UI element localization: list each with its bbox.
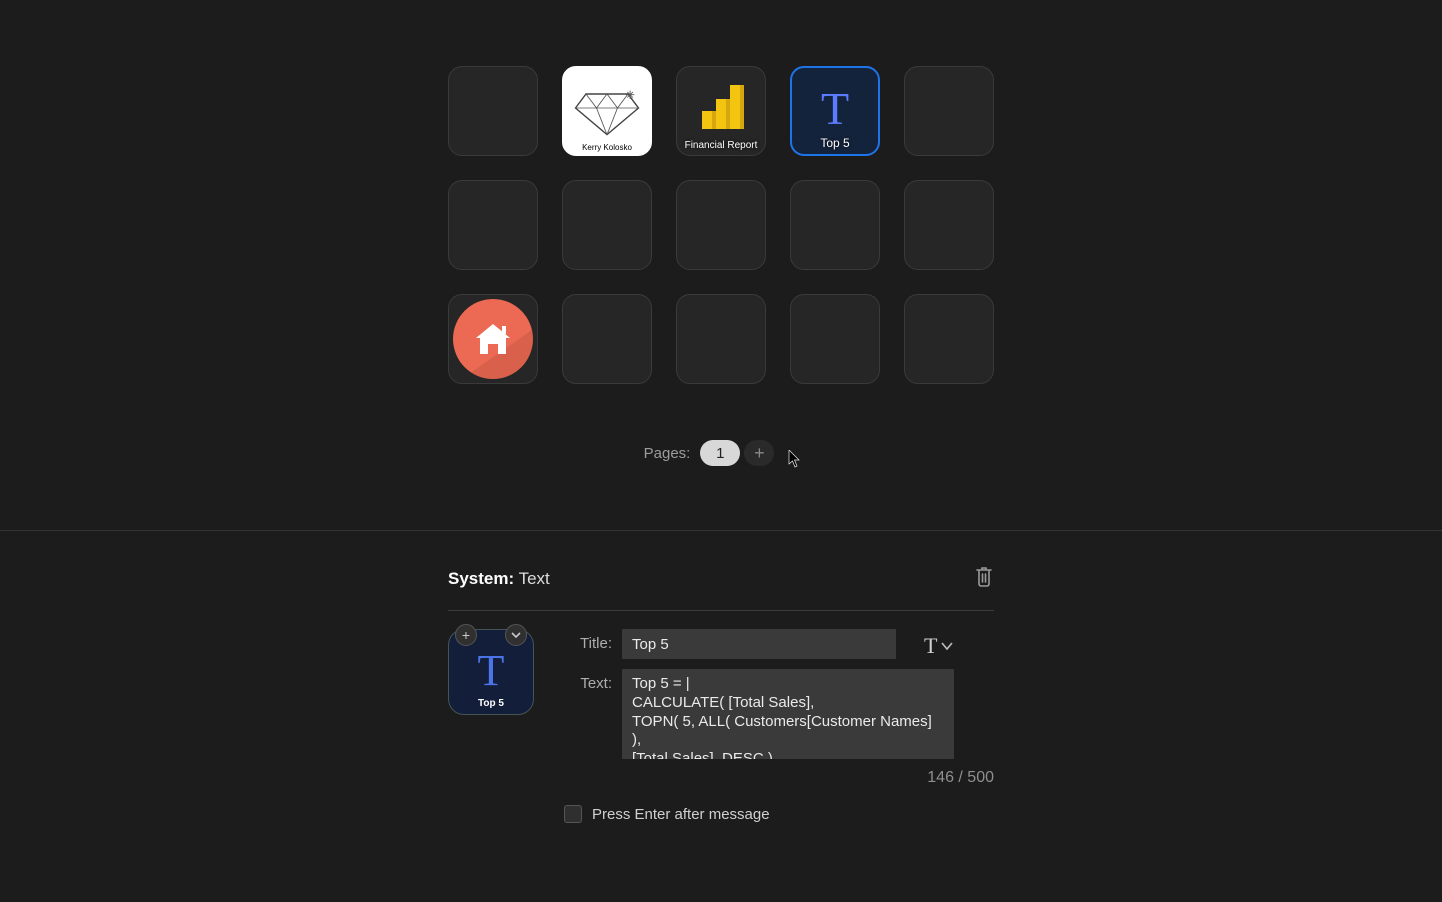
edit-row: + T Top 5 Title: T — [448, 611, 994, 823]
text-input[interactable] — [622, 669, 954, 759]
home-circle — [453, 299, 533, 379]
tile-1[interactable]: Kerry Kolosko — [562, 66, 652, 156]
tile-4[interactable] — [904, 66, 994, 156]
tile-3[interactable]: T Top 5 — [790, 66, 880, 156]
panel-header: System: Text — [448, 565, 994, 611]
tile-12[interactable] — [676, 294, 766, 384]
title-row: Title: T — [564, 629, 994, 659]
type-picker[interactable]: T — [924, 629, 953, 659]
tile-label: Top 5 — [792, 136, 878, 150]
chevron-down-icon — [941, 641, 953, 651]
tile-2[interactable]: Financial Report — [676, 66, 766, 156]
preview-tile-label: Top 5 — [449, 698, 533, 709]
trash-icon — [974, 565, 994, 587]
top-section: Kerry Kolosko Financial Report T Top 5 Pa… — [0, 0, 1442, 530]
tile-10[interactable] — [448, 294, 538, 384]
title-label: Title: — [564, 629, 612, 652]
pager-row: Pages: 1 + — [644, 440, 799, 466]
tile-label: Financial Report — [677, 140, 765, 151]
preview-add-button[interactable]: + — [455, 624, 477, 646]
chevron-down-icon — [511, 631, 521, 639]
page-1-button[interactable]: 1 — [700, 440, 740, 466]
home-icon — [472, 318, 514, 360]
text-icon: T — [478, 645, 505, 696]
press-enter-label: Press Enter after message — [592, 806, 770, 823]
tile-label: Kerry Kolosko — [563, 143, 651, 152]
tile-9[interactable] — [904, 180, 994, 270]
text-icon: T — [821, 82, 849, 135]
press-enter-checkbox[interactable] — [564, 805, 582, 823]
tile-7[interactable] — [676, 180, 766, 270]
tile-grid: Kerry Kolosko Financial Report T Top 5 — [448, 66, 994, 384]
title-input[interactable] — [622, 629, 896, 659]
fields-column: Title: T Text: 146 / 500 Press Enter aft… — [564, 629, 994, 823]
bottom-section: System: Text + T Top 5 — [0, 531, 1442, 823]
tile-14[interactable] — [904, 294, 994, 384]
diamond-icon — [572, 84, 642, 139]
panel-title: System: Text — [448, 569, 550, 589]
preview-column: + T Top 5 — [448, 629, 548, 823]
preview-options-button[interactable] — [505, 624, 527, 646]
page-add-button[interactable]: + — [744, 440, 774, 466]
checkbox-row: Press Enter after message — [564, 805, 994, 823]
system-label: System: — [448, 569, 514, 588]
cursor-icon — [788, 450, 802, 468]
system-value: Text — [519, 569, 550, 588]
tile-11[interactable] — [562, 294, 652, 384]
pager-label: Pages: — [644, 445, 691, 462]
char-counter: 146 / 500 — [564, 769, 994, 787]
tile-0[interactable] — [448, 66, 538, 156]
edit-panel: System: Text + T Top 5 — [448, 565, 994, 823]
tile-8[interactable] — [790, 180, 880, 270]
bar-chart-icon — [696, 81, 746, 131]
text-row: Text: — [564, 669, 994, 759]
tile-6[interactable] — [562, 180, 652, 270]
type-text-icon: T — [924, 633, 937, 659]
preview-tile[interactable]: + T Top 5 — [448, 629, 534, 715]
text-label: Text: — [564, 669, 612, 692]
delete-button[interactable] — [974, 565, 994, 592]
tile-5[interactable] — [448, 180, 538, 270]
tile-13[interactable] — [790, 294, 880, 384]
